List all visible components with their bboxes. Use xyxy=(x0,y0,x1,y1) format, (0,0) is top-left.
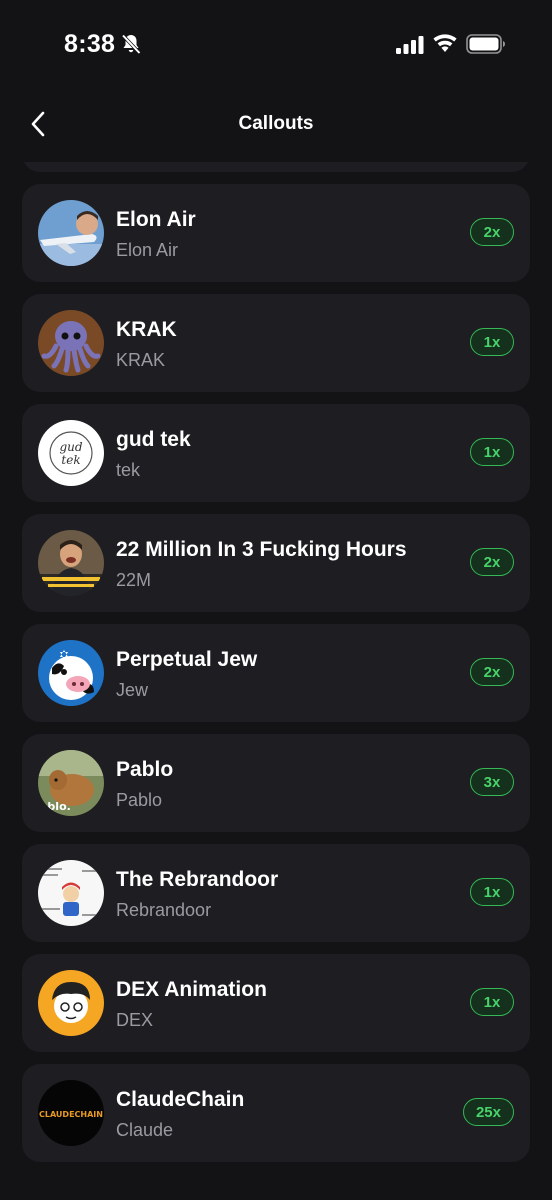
callouts-list[interactable]: TrillionAirTrillion2x Elon Air Elon Air 2x K… xyxy=(0,162,552,1200)
wifi-icon xyxy=(433,34,457,52)
callout-symbol: tek xyxy=(116,460,141,480)
callout-name: Perpetual Jew xyxy=(116,648,258,671)
cartoon-face-avatar-icon xyxy=(38,970,104,1036)
svg-text:ablo.: ablo. xyxy=(40,800,71,813)
svg-text:gud: gud xyxy=(59,440,82,454)
multiplier-badge: 25x xyxy=(462,1098,514,1126)
callout-card[interactable]: Perpetual Jew Jew 2x xyxy=(22,624,530,722)
cellular-signal-icon xyxy=(396,36,424,54)
callout-symbol: 22M xyxy=(116,570,152,590)
callout-name: KRAK xyxy=(116,318,177,341)
logo-text-avatar-icon: CLAUDECHAIN xyxy=(38,1080,104,1146)
multiplier-badge: 1x xyxy=(470,328,514,356)
dog-photo-avatar-icon: ablo. xyxy=(38,750,104,816)
page-title: Callouts xyxy=(238,113,314,134)
callout-card[interactable]: The Rebrandoor Rebrandoor 1x xyxy=(22,844,530,942)
callout-symbol: Pablo xyxy=(116,790,163,810)
multiplier-badge: 3x xyxy=(470,768,514,796)
callout-card[interactable]: ablo. Pablo Pablo 3x xyxy=(22,734,530,832)
callout-card[interactable]: CLAUDECHAIN ClaudeChain Claude 25x xyxy=(22,1064,530,1162)
handwritten-text-avatar-icon: gud tek xyxy=(38,420,104,486)
battery-icon xyxy=(466,34,505,54)
cow-avatar-icon xyxy=(38,640,104,706)
multiplier-badge: 1x xyxy=(470,988,514,1016)
callout-card[interactable]: TrillionAirTrillion2x xyxy=(22,162,530,172)
status-time: 8:38 xyxy=(64,30,116,58)
callout-symbol: Elon Air xyxy=(116,240,179,260)
callout-card[interactable]: DEX Animation DEX 1x xyxy=(22,954,530,1052)
callout-card[interactable]: Elon Air Elon Air 2x xyxy=(22,184,530,282)
multiplier-badge: 1x xyxy=(470,438,514,466)
multiplier-badge: 2x xyxy=(470,658,514,686)
man-photo-avatar-icon xyxy=(38,530,104,596)
airplane-face-avatar-icon xyxy=(38,200,104,266)
callout-name: ClaudeChain xyxy=(116,1088,245,1111)
callout-name: The Rebrandoor xyxy=(116,868,279,891)
callout-symbol: Jew xyxy=(116,680,149,700)
octopus-avatar-icon xyxy=(38,310,104,376)
svg-text:tek: tek xyxy=(61,453,80,467)
callout-symbol: KRAK xyxy=(116,350,166,370)
svg-text:CLAUDECHAIN: CLAUDECHAIN xyxy=(39,1110,103,1119)
status-bar: 8:38 xyxy=(0,0,552,90)
callout-name: DEX Animation xyxy=(116,978,267,1001)
callout-card[interactable]: 22 Million In 3 Fucking Hours 22M 2x xyxy=(22,514,530,612)
callout-card[interactable]: KRAK KRAK 1x xyxy=(22,294,530,392)
callout-name: Pablo xyxy=(116,758,174,781)
multiplier-badge: 2x xyxy=(470,218,514,246)
callout-symbol: Claude xyxy=(116,1120,174,1140)
callout-card[interactable]: gud tek gud tek tek 1x xyxy=(22,404,530,502)
callout-name: 22 Million In 3 Fucking Hours xyxy=(116,538,407,561)
navigation-bar: Callouts xyxy=(0,95,552,155)
callout-symbol: DEX xyxy=(116,1010,154,1030)
multiplier-badge: 1x xyxy=(470,878,514,906)
callout-name: gud tek xyxy=(116,428,191,451)
bell-muted-icon xyxy=(121,34,141,55)
callout-name: Elon Air xyxy=(116,208,196,231)
multiplier-badge: 2x xyxy=(470,548,514,576)
comic-avatar-icon xyxy=(38,860,104,926)
callout-symbol: Rebrandoor xyxy=(116,900,212,920)
